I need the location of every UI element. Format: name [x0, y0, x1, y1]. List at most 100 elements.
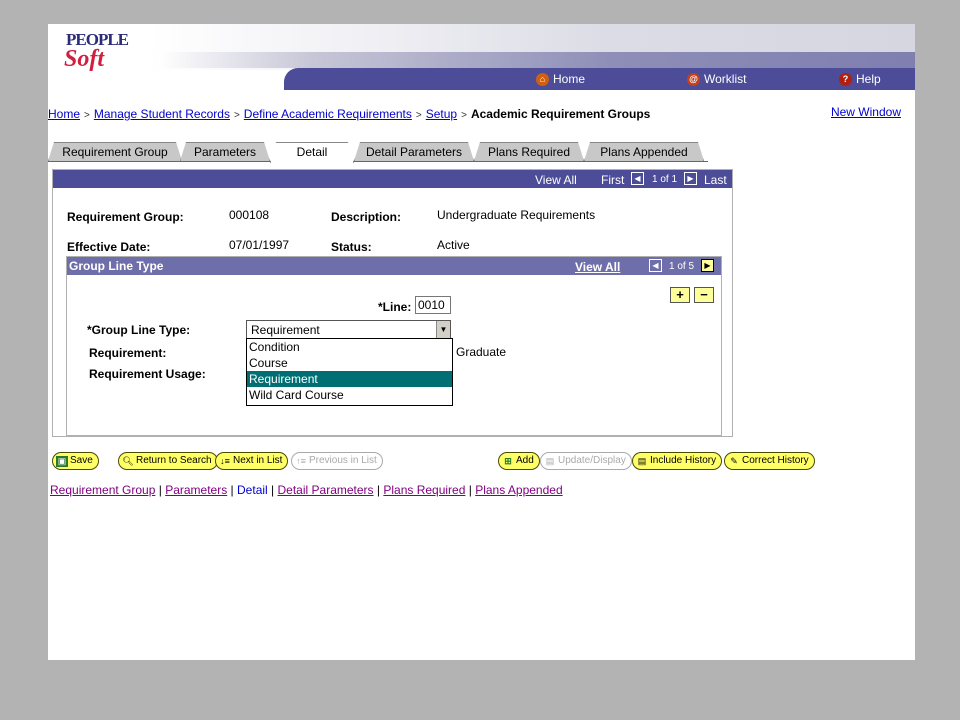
group-line-prev-icon[interactable]: ◀ [649, 259, 662, 272]
worklist-label: Worklist [704, 72, 747, 86]
effective-date-label: Effective Date: [67, 240, 151, 254]
update-display-icon: ▤ [545, 455, 555, 466]
banner: PEOPLE Soft ⌂ Home @ Worklist ? Help [48, 24, 915, 90]
tab-detail-parameters[interactable]: Detail Parameters [354, 142, 474, 161]
correct-history-icon: ✎ [730, 455, 738, 466]
bottom-link-parameters[interactable]: Parameters [165, 483, 227, 497]
view-all-link[interactable]: View All [535, 173, 577, 187]
update-display-button[interactable]: ▤ Update/Display [540, 452, 632, 470]
breadcrumb-home[interactable]: Home [48, 107, 80, 121]
group-line-next-icon[interactable]: ▶ [701, 259, 714, 272]
row-counter: 1 of 1 [652, 174, 678, 185]
magnifier-icon: 🔍︎ [122, 455, 134, 466]
breadcrumb-separator: > [84, 110, 90, 121]
bottom-link-plans-required[interactable]: Plans Required [383, 483, 465, 497]
group-line-counter: 1 of 5 [669, 261, 695, 272]
effective-date-value: 07/01/1997 [229, 238, 290, 252]
include-history-icon: ▤ [637, 455, 647, 466]
add-record-icon: ⊞ [504, 455, 512, 466]
line-label: *Line: [378, 300, 412, 314]
floppy-disk-icon: ▣ [56, 455, 68, 467]
tab-baseline [48, 161, 708, 162]
group-line-type-value: Requirement [251, 323, 320, 337]
option-condition[interactable]: Condition [247, 339, 452, 355]
requirement-group-value: 000108 [229, 208, 270, 222]
nav-bar: ⌂ Home @ Worklist ? Help [284, 68, 915, 90]
option-requirement[interactable]: Requirement [247, 371, 452, 387]
page: PEOPLE Soft ⌂ Home @ Worklist ? Help Hom… [48, 24, 915, 660]
requirement-label: Requirement: [89, 346, 167, 360]
bottom-link-detail[interactable]: Detail [237, 483, 268, 497]
action-button-row: ▣ Save 🔍︎ Return to Search ↓≡ Next in Li… [52, 452, 832, 470]
next-arrow-icon[interactable]: ▶ [684, 172, 697, 185]
home-icon: ⌂ [536, 72, 549, 86]
correct-history-button[interactable]: ✎ Correct History [724, 452, 815, 470]
help-label: Help [856, 72, 881, 86]
banner-stripe [158, 52, 915, 68]
breadcrumb-current: Academic Requirement Groups [470, 107, 651, 121]
worklist-link[interactable]: @ Worklist [687, 72, 746, 86]
save-button[interactable]: ▣ Save [52, 452, 99, 470]
next-in-list-button[interactable]: ↓≡ Next in List [215, 452, 289, 470]
previous-in-list-button[interactable]: ↑≡ Previous in List [291, 452, 383, 470]
requirement-usage-label: Requirement Usage: [89, 367, 206, 381]
bottom-link-requirement-group[interactable]: Requirement Group [50, 483, 155, 497]
delete-row-button[interactable]: − [694, 287, 714, 303]
return-to-search-label: Return to Search [136, 455, 212, 466]
include-history-button[interactable]: ▤ Include History [632, 452, 723, 470]
breadcrumb: Home > Manage Student Records > Define Acade… [48, 107, 650, 121]
bottom-link-detail-parameters[interactable]: Detail Parameters [278, 483, 374, 497]
next-in-list-label: Next in List [233, 455, 283, 466]
breadcrumb-separator: > [415, 110, 422, 121]
group-line-view-all[interactable]: View All [575, 260, 620, 274]
requirement-value: Graduate [456, 345, 507, 359]
group-line-type-options: Condition Course Requirement Wild Card C… [246, 338, 453, 406]
breadcrumb-setup[interactable]: Setup [426, 107, 457, 121]
status-label: Status: [331, 240, 372, 254]
last-label: Last [704, 173, 727, 187]
previous-list-icon: ↑≡ [296, 455, 306, 466]
tab-parameters[interactable]: Parameters [180, 142, 270, 161]
group-line-section: Group Line Type View All ◀ 1 of 5 ▶ + − … [66, 256, 722, 436]
save-label: Save [70, 455, 93, 466]
worklist-icon: @ [687, 72, 700, 86]
description-label: Description: [331, 210, 402, 224]
group-line-type-label: *Group Line Type: [87, 323, 191, 337]
tab-bar: Requirement Group Parameters Detail Deta… [48, 142, 708, 162]
tab-detail[interactable]: Detail [270, 142, 354, 163]
add-button[interactable]: ⊞ Add [498, 452, 540, 470]
new-window-link[interactable]: New Window [831, 105, 901, 119]
bottom-link-plans-appended[interactable]: Plans Appended [475, 483, 562, 497]
next-list-icon: ↓≡ [220, 455, 230, 466]
correct-history-label: Correct History [742, 455, 809, 466]
home-label: Home [553, 72, 586, 86]
first-label: First [601, 173, 625, 187]
line-input[interactable] [415, 296, 451, 314]
breadcrumb-separator: > [233, 110, 240, 121]
tab-plans-appended[interactable]: Plans Appended [584, 142, 704, 161]
status-value: Active [437, 238, 470, 252]
update-display-label: Update/Display [558, 455, 626, 466]
previous-arrow-icon[interactable]: ◀ [631, 172, 644, 185]
help-icon: ? [839, 72, 852, 86]
option-course[interactable]: Course [247, 355, 452, 371]
breadcrumb-define-academic-requirements[interactable]: Define Academic Requirements [244, 107, 412, 121]
breadcrumb-separator: > [461, 110, 467, 121]
dropdown-arrow-icon[interactable]: ▼ [436, 321, 450, 338]
home-link[interactable]: ⌂ Home [536, 72, 585, 86]
breadcrumb-manage-student-records[interactable]: Manage Student Records [94, 107, 230, 121]
requirement-group-label: Requirement Group: [67, 210, 184, 224]
option-wild-card-course[interactable]: Wild Card Course [247, 387, 452, 403]
include-history-label: Include History [650, 455, 717, 466]
bottom-page-links: Requirement Group | Parameters | Detail … [50, 483, 563, 497]
tab-requirement-group[interactable]: Requirement Group [48, 142, 182, 161]
group-line-type-select[interactable]: Requirement ▼ [246, 320, 451, 339]
add-label: Add [516, 455, 534, 466]
return-to-search-button[interactable]: 🔍︎ Return to Search [118, 452, 218, 470]
previous-in-list-label: Previous in List [309, 455, 377, 466]
add-row-button[interactable]: + [670, 287, 690, 303]
tab-plans-required[interactable]: Plans Required [474, 142, 584, 161]
group-line-title: Group Line Type [69, 259, 164, 273]
peoplesoft-logo: PEOPLE Soft [64, 28, 144, 76]
help-link[interactable]: ? Help [839, 72, 881, 86]
